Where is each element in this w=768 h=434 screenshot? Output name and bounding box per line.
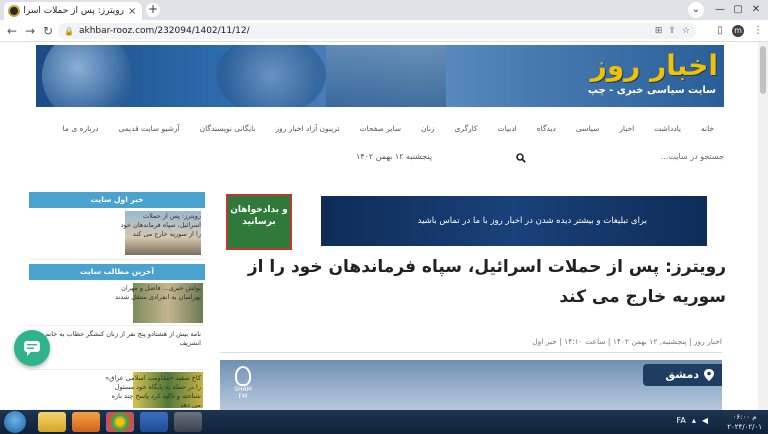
chrome-taskbar-icon[interactable] (106, 412, 134, 432)
new-tab-button[interactable]: + (146, 3, 160, 17)
ad-banner-text: برای تبلیغات و بیشتر دیده شدن در اخبار ر… (417, 216, 647, 226)
nav-item-women[interactable]: زنان (411, 124, 445, 133)
nav-item-politics[interactable]: سیاسی (566, 124, 609, 133)
article-headline: رویترز: پس از حملات اسرائیل، سپاه فرماند… (247, 257, 726, 307)
chat-bubble-icon (24, 341, 40, 356)
site-header-banner[interactable]: اخبار روز سایت سیاسی خبری - چپ (36, 45, 724, 107)
site-tagline: سایت سیاسی خبری - چپ (587, 85, 716, 96)
address-bar[interactable]: 🔒 akhbar-rooz.com/232094/1402/11/12/ ⊞ ⇪… (58, 23, 696, 39)
location-badge: دمشق (643, 364, 722, 386)
system-tray: FA ▴ ◀ (676, 416, 708, 425)
list-item[interactable]: کاخ سفید «مقاومت اسلامی عراق» را در حمله… (29, 370, 205, 410)
ad-box-text: و بدادخواهان برسانید (230, 205, 288, 227)
nav-item-old-archive[interactable]: آرشیو سایت قدیمی (108, 124, 189, 133)
search-row: جستجو در سایت... پنجشنبه ۱۲ بهمن ۱۴۰۲ (340, 152, 724, 168)
nav-item-literature[interactable]: ادبیات (488, 124, 527, 133)
reload-icon[interactable]: ↻ (40, 23, 56, 39)
list-item[interactable]: نامه بیش از هشتادو پنج نفر از زنان کنشگر… (29, 326, 205, 370)
list-item-text: پولش خبری... فاضل و مهران بهرامیان به ان… (115, 284, 201, 301)
network-icon[interactable]: ▴ (692, 416, 696, 425)
location-text: دمشق (665, 368, 699, 381)
forward-icon[interactable]: → (22, 23, 38, 39)
watermark-text: SHAM FM (234, 386, 252, 400)
lock-icon: 🔒 (64, 26, 74, 36)
nav-item-opinion[interactable]: دیدگاه (527, 124, 566, 133)
nav-item-about[interactable]: درباره ی ما (53, 124, 109, 133)
nav-item-author-archive[interactable]: بایگانی نویسندگان (190, 124, 266, 133)
nav-item-labor[interactable]: کارگری (445, 124, 488, 133)
browser-tab-bar: رویترز: پس از حملات اسرائیل، سپاه فرم...… (0, 0, 768, 20)
word-taskbar-icon[interactable] (140, 412, 168, 432)
back-icon[interactable]: ← (4, 23, 20, 39)
close-window-icon[interactable]: ✕ (748, 2, 764, 18)
tab-title: رویترز: پس از حملات اسرائیل، سپاه فرم... (24, 6, 124, 16)
scrollbar-thumb[interactable] (760, 46, 766, 94)
page-scrollbar[interactable] (758, 42, 768, 410)
media-player-taskbar-icon[interactable] (72, 412, 100, 432)
clock-time: ۰۶:۰۰ م (732, 413, 757, 421)
search-input[interactable]: جستجو در سایت... (661, 152, 724, 161)
list-item-text: کاخ سفید «مقاومت اسلامی عراق» را در حمله… (105, 374, 201, 409)
ad-banner[interactable]: برای تبلیغات و بیشتر دیده شدن در اخبار ر… (321, 196, 707, 246)
explorer-taskbar-icon[interactable] (38, 412, 66, 432)
translate-icon[interactable]: ⊞ (655, 23, 663, 39)
sidebar-top-story-header: خبر اول سایت (29, 192, 205, 208)
profile-avatar[interactable]: m (732, 25, 744, 37)
side-panel-icon[interactable]: ▯ (712, 23, 728, 39)
browser-toolbar: ← → ↻ 🔒 akhbar-rooz.com/232094/1402/11/1… (0, 20, 768, 42)
url-text: akhbar-rooz.com/232094/1402/11/12/ (78, 26, 250, 36)
list-item[interactable]: رویترز: پس از حملات اسرائیل، سپاه فرماند… (29, 208, 205, 260)
article-meta: اخبار روز | پنجشنبه, ۱۲ بهمن ۱۴۰۲ | ساعت… (220, 337, 722, 353)
ad-box[interactable]: و بدادخواهان برسانید (226, 194, 292, 250)
clock-date: ۲۰۲۴/۰۲/۰۱ (727, 423, 762, 431)
location-pin-icon (704, 369, 714, 381)
chat-button[interactable] (14, 330, 50, 366)
nav-item-news[interactable]: اخبار (609, 124, 644, 133)
windows-taskbar: FA ▴ ◀ ۰۶:۰۰ م ۲۰۲۴/۰۲/۰۱ (0, 410, 768, 434)
site-favicon-icon (8, 5, 20, 17)
list-item-text: رویترز: پس از حملات اسرائیل، سپاه فرماند… (120, 212, 201, 238)
nav-item-other-pages[interactable]: سایر صفحات (350, 124, 412, 133)
search-icon[interactable] (516, 153, 526, 163)
share-icon[interactable]: ⇪ (668, 23, 676, 39)
maximize-icon[interactable]: ▢ (730, 2, 746, 18)
banner-portrait (326, 45, 446, 107)
globe-graphic (42, 45, 132, 107)
start-button[interactable] (4, 411, 26, 433)
minimize-icon[interactable]: — (712, 2, 728, 18)
list-item[interactable]: پولش خبری... فاضل و مهران بهرامیان به ان… (29, 280, 205, 326)
browser-tab[interactable]: رویترز: پس از حملات اسرائیل، سپاه فرم...… (4, 2, 142, 20)
app-taskbar-icon[interactable] (174, 412, 202, 432)
article-hero-image: SHAM FM دمشق (220, 360, 722, 410)
globe-graphic-2 (216, 45, 326, 107)
close-tab-icon[interactable]: × (128, 6, 138, 17)
menu-kebab-icon[interactable]: ⋮ (750, 23, 766, 39)
clock[interactable]: ۰۶:۰۰ م ۲۰۲۴/۰۲/۰۱ (727, 412, 762, 432)
bookmark-star-icon[interactable]: ☆ (682, 23, 690, 39)
page-viewport: اخبار روز سایت سیاسی خبری - چپ خانه یادد… (0, 42, 768, 410)
site-logo[interactable]: اخبار روز (591, 49, 719, 82)
sidebar-latest-header: آخرین مطالب سایت (29, 264, 205, 280)
list-item-text: نامه بیش از هشتادو پنج نفر از زنان کنشگر… (45, 330, 201, 347)
volume-icon[interactable]: ◀ (702, 416, 708, 425)
main-navigation: خانه یادداشت اخبار سیاسی دیدگاه ادبیات ک… (36, 118, 724, 138)
tab-search-icon[interactable]: ⌄ (688, 2, 704, 18)
current-date: پنجشنبه ۱۲ بهمن ۱۴۰۲ (356, 152, 433, 161)
nav-item-free-tribune[interactable]: تریبون آزاد اخبار روز (266, 124, 350, 133)
language-indicator[interactable]: FA (676, 416, 685, 425)
nav-item-home[interactable]: خانه (691, 124, 724, 133)
nav-item-notes[interactable]: یادداشت (644, 124, 691, 133)
shamfm-logo: SHAM FM (230, 366, 256, 406)
